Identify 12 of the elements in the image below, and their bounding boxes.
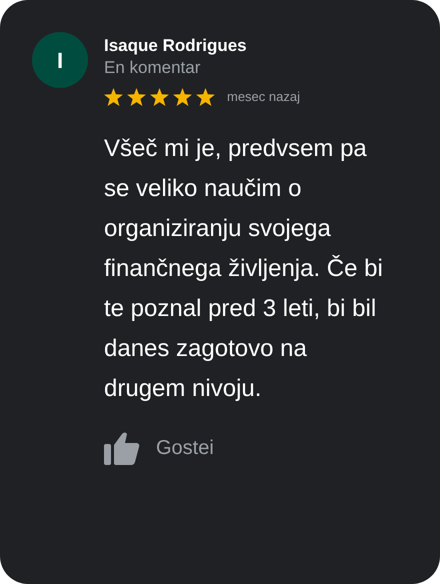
star-icon bbox=[104, 88, 123, 106]
author-name: Isaque Rodrigues bbox=[104, 35, 248, 57]
star-icon bbox=[150, 88, 169, 106]
review-count: En komentar bbox=[104, 57, 202, 79]
review-text: Všeč mi je, predvsem pa se veliko naučim o organiziranju svojega finančnega življenja. Če bi te poznal pred 3 leti, bi bil danes zagotovo na drugem nivoju. bbox=[104, 134, 384, 404]
review-time: mesec nazaj bbox=[227, 88, 300, 106]
thumbs-up-icon[interactable] bbox=[104, 430, 140, 464]
like-label[interactable]: Gostei bbox=[156, 432, 214, 462]
star-icon bbox=[127, 88, 146, 106]
star-icon bbox=[196, 88, 215, 106]
star-icon bbox=[173, 88, 192, 106]
avatar: I bbox=[32, 32, 88, 88]
